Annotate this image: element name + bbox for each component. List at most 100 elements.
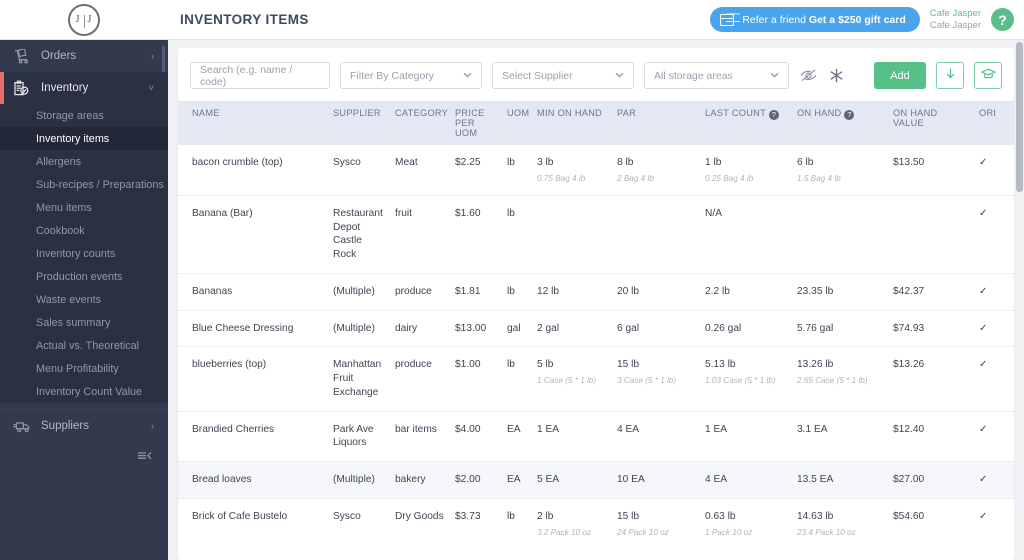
cell-uom: gal bbox=[502, 310, 532, 348]
sidebar-item-sales-summary[interactable]: Sales summary bbox=[0, 311, 168, 334]
col-header-supplier[interactable]: SUPPLIER bbox=[328, 101, 390, 145]
eye-slash-icon[interactable] bbox=[799, 68, 818, 83]
storage-area-filter-select[interactable]: All storage areas bbox=[644, 62, 789, 89]
cell-price-value: $1.81 bbox=[455, 285, 481, 297]
sidebar-item-orders[interactable]: Orders › bbox=[0, 40, 168, 72]
search-input[interactable]: Search (e.g. name / code) bbox=[190, 62, 330, 89]
help-icon[interactable]: ? bbox=[844, 109, 855, 120]
sidebar-item-menu-items[interactable]: Menu items bbox=[0, 196, 168, 219]
gift-icon bbox=[720, 13, 735, 26]
sidebar-item-label: Inventory bbox=[41, 82, 89, 94]
sidebar-item-allergens[interactable]: Allergens bbox=[0, 150, 168, 173]
table-row[interactable]: blueberries (top) Manhattan Fruit Exchang… bbox=[178, 346, 1014, 412]
refer-a-friend-button[interactable]: Refer a friend Get a $250 gift card bbox=[710, 7, 920, 32]
top-header-bar: J J INVENTORY ITEMS Refer a friend Get a… bbox=[0, 0, 1024, 40]
table-row[interactable]: Brandied Cherries Park Ave Liquors bar ite… bbox=[178, 411, 1014, 463]
col-header-name[interactable]: NAME bbox=[178, 101, 328, 145]
cell-category: bakery bbox=[390, 461, 450, 500]
col-header-price-per-uom[interactable]: PRICE PER UOM bbox=[450, 101, 502, 145]
category-filter-label: Filter By Category bbox=[350, 69, 435, 82]
search-icon[interactable] bbox=[309, 69, 320, 83]
cell-price: $2.00 bbox=[450, 461, 502, 500]
table-row[interactable]: Banana (Bar) Restaurant Depot Castle Rock… bbox=[178, 195, 1014, 274]
cell-ori: ✓ bbox=[974, 346, 1014, 412]
col-header-ori[interactable]: ORI bbox=[974, 101, 1014, 145]
sidebar-item-sub-recipes[interactable]: Sub-recipes / Preparations bbox=[0, 173, 168, 196]
supplier-filter-select[interactable]: Select Supplier bbox=[492, 62, 634, 89]
add-button[interactable]: Add bbox=[874, 62, 926, 89]
cell-price-value: $2.25 bbox=[455, 157, 481, 168]
download-button[interactable] bbox=[936, 62, 964, 89]
page-scrollbar[interactable] bbox=[1015, 40, 1024, 560]
col-header-on-hand[interactable]: ON HAND? bbox=[792, 101, 888, 145]
cell-uom: lb bbox=[502, 195, 532, 274]
chevron-down-icon bbox=[615, 71, 624, 80]
cell-category: Dry Goods bbox=[390, 498, 450, 547]
cell-par-value: 20 lb bbox=[617, 285, 640, 297]
cell-min-on-hand-value: 5 lb bbox=[537, 359, 554, 371]
cell-ori-value: ✓ bbox=[979, 359, 988, 371]
cell-last-count: 2.2 lb bbox=[700, 273, 792, 311]
sidebar-item-cookbook[interactable]: Cookbook bbox=[0, 219, 168, 242]
main-content: Search (e.g. name / code) Filter By Cate… bbox=[168, 40, 1024, 560]
cell-supplier: Park Ave Liquors bbox=[328, 411, 390, 463]
sub-item-label: Actual vs. Theoretical bbox=[36, 339, 140, 352]
education-button[interactable] bbox=[974, 62, 1002, 89]
collapse-row bbox=[0, 442, 168, 464]
cell-price-value: $2.00 bbox=[455, 474, 481, 486]
chevron-down-icon bbox=[770, 71, 779, 80]
sidebar-item-inventory-counts[interactable]: Inventory counts bbox=[0, 242, 168, 265]
cell-last-count-value: 2.2 lb bbox=[705, 285, 730, 297]
truck-icon bbox=[13, 420, 35, 433]
sidebar-item-inventory-items[interactable]: Inventory items bbox=[0, 127, 168, 150]
col-header-min-on-hand[interactable]: MIN ON HAND bbox=[532, 101, 612, 145]
cell-par-note: 3 Case (5 * 1 lb) bbox=[617, 376, 677, 386]
cell-category-value: Meat bbox=[395, 157, 418, 168]
help-icon[interactable]: ? bbox=[769, 109, 780, 120]
cell-name-value: blueberries (top) bbox=[192, 359, 267, 371]
sidebar-item-waste-events[interactable]: Waste events bbox=[0, 288, 168, 311]
table-row[interactable]: Blue Cheese Dressing (Multiple) dairy $13.0… bbox=[178, 310, 1014, 348]
cell-uom: lb bbox=[502, 273, 532, 311]
col-header-last-count[interactable]: LAST COUNT? bbox=[700, 101, 792, 145]
sidebar-item-storage-areas[interactable]: Storage areas bbox=[0, 104, 168, 127]
cell-last-count-note: 1.03 Case (5 * 1 lb) bbox=[705, 376, 776, 386]
sidebar-item-inventory-count-value[interactable]: Inventory Count Value bbox=[0, 380, 168, 403]
chevron-down-icon bbox=[463, 71, 472, 80]
page-scrollbar-thumb[interactable] bbox=[1016, 42, 1023, 192]
col-header-par[interactable]: PAR bbox=[612, 101, 700, 145]
logo-area[interactable]: J J bbox=[0, 0, 168, 40]
supplier-filter-label: Select Supplier bbox=[502, 69, 573, 82]
sidebar-item-inventory[interactable]: Inventory ˅ bbox=[0, 72, 168, 104]
sidebar-item-suppliers[interactable]: Suppliers › bbox=[0, 410, 168, 442]
cell-name-value: Banana (Bar) bbox=[192, 207, 253, 219]
cell-on-hand-value: $74.93 bbox=[888, 310, 974, 348]
sidebar-item-menu-profitability[interactable]: Menu Profitability bbox=[0, 357, 168, 380]
clipboard-check-icon bbox=[13, 80, 35, 97]
cell-last-count-value: 0.63 lb bbox=[705, 511, 736, 523]
cell-uom-value: EA bbox=[507, 474, 521, 486]
brand-logo-icon: J J bbox=[68, 3, 100, 36]
table-toolbar: Search (e.g. name / code) Filter By Cate… bbox=[178, 48, 1014, 101]
table-row[interactable]: Bananas (Multiple) produce $1.81 lb 12 lb 20 l… bbox=[178, 273, 1014, 311]
col-header-on-hand-value[interactable]: ON HAND VALUE bbox=[888, 101, 974, 145]
account-info[interactable]: Cafe Jasper Cafe Jasper bbox=[930, 8, 981, 30]
inventory-table-scroll[interactable]: NAME SUPPLIER CATEGORY PRICE PER UOM UOM… bbox=[178, 101, 1014, 547]
sidebar-item-actual-vs-theoretical[interactable]: Actual vs. Theoretical bbox=[0, 334, 168, 357]
col-header-category[interactable]: CATEGORY bbox=[390, 101, 450, 145]
cell-on-hand bbox=[792, 195, 888, 274]
asterisk-icon[interactable] bbox=[828, 67, 845, 84]
cell-par-value: 8 lb bbox=[617, 157, 634, 168]
collapse-sidebar-icon[interactable] bbox=[137, 450, 152, 464]
cell-on-hand-value: $42.37 bbox=[888, 273, 974, 311]
cell-category-value: produce bbox=[395, 285, 432, 297]
sidebar-item-production-events[interactable]: Production events bbox=[0, 265, 168, 288]
category-filter-select[interactable]: Filter By Category bbox=[340, 62, 482, 89]
table-row[interactable]: bacon crumble (top) Sysco Meat $2.25 lb 3 lb 0… bbox=[178, 145, 1014, 196]
table-row[interactable]: Bread loaves (Multiple) bakery $2.00 EA 5 EA 1… bbox=[178, 461, 1014, 500]
cell-category: bar items bbox=[390, 411, 450, 463]
col-header-uom[interactable]: UOM bbox=[502, 101, 532, 145]
table-row[interactable]: Brick of Cafe Bustelo Sysco Dry Goods $3.73… bbox=[178, 498, 1014, 547]
cell-on-hand: 6 lb 1.5 Bag 4 lb bbox=[792, 145, 888, 196]
help-button[interactable]: ? bbox=[991, 8, 1014, 31]
